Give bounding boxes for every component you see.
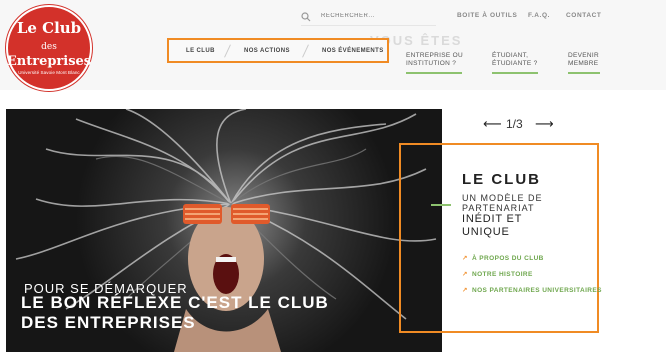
arrow-right-icon[interactable]: ⟶	[535, 116, 554, 132]
audience-underline	[492, 72, 538, 74]
audience-entreprise[interactable]: ENTREPRISE OU INSTITUTION ?	[406, 52, 463, 68]
link-label: NOTRE HISTOIRE	[472, 271, 533, 278]
link-label: À PROPOS DU CLUB	[472, 255, 544, 262]
search-input[interactable]	[321, 9, 431, 23]
nav-faq[interactable]: F.A.Q.	[528, 12, 550, 19]
slider-controls: ⟵ 1/3 ⟶	[483, 115, 554, 133]
nav-nos-actions[interactable]: NOS ACTIONS	[244, 48, 290, 54]
panel-subtitle-line: INÉDIT ET	[462, 213, 523, 225]
nav-divider	[302, 44, 309, 58]
logo-line1: Le Club des	[8, 20, 90, 55]
hero-headline: LE BON RÉFLEXE C'EST LE CLUB DES ENTREPR…	[21, 293, 329, 332]
arrow-icon: ↗	[462, 271, 468, 278]
audience-devenir-line1: DEVENIR	[568, 52, 599, 59]
panel-subtitle-bottom: INÉDIT ET UNIQUE	[462, 213, 522, 239]
link-label: NOS PARTENAIRES UNIVERSITAIRES	[472, 287, 602, 294]
logo-line1-main: Le Club	[16, 19, 82, 37]
link-a-propos[interactable]: ↗ À PROPOS DU CLUB	[462, 255, 602, 263]
hero-banner: POUR SE DÉMARQUER LE BON RÉFLEXE C'EST L…	[6, 109, 442, 352]
link-partenaires[interactable]: ↗ NOS PARTENAIRES UNIVERSITAIRES	[462, 287, 602, 295]
audience-entreprise-line1: ENTREPRISE OU	[406, 52, 463, 59]
nav-nos-evenements[interactable]: NOS ÉVÉNEMENTS	[322, 48, 384, 54]
panel-links: ↗ À PROPOS DU CLUB ↗ NOTRE HISTOIRE ↗ NOS P…	[462, 255, 602, 303]
logo-line1-small: des	[41, 42, 57, 52]
panel-subtitle-line: UN MODÈLE DE	[462, 193, 543, 203]
audience-underline	[406, 72, 462, 74]
arrow-icon: ↗	[462, 287, 468, 294]
club-logo[interactable]: Le Club des Entreprises Université Savoi…	[6, 5, 92, 91]
logo-line3: Université Savoie Mont Blanc	[18, 70, 80, 75]
arrow-icon: ↗	[462, 255, 468, 262]
audience-devenir-line2: MEMBRE	[568, 60, 599, 67]
audience-etudiant[interactable]: ÉTUDIANT, ÉTUDIANTE ?	[492, 52, 538, 68]
nav-contact[interactable]: CONTACT	[566, 12, 602, 19]
nav-boite-a-outils[interactable]: BOITE À OUTILS	[457, 12, 517, 19]
audience-etudiant-line2: ÉTUDIANTE ?	[492, 60, 538, 67]
panel-title: LE CLUB	[462, 171, 541, 188]
search-box[interactable]	[301, 9, 436, 26]
search-icon[interactable]	[301, 9, 311, 27]
arrow-left-icon[interactable]: ⟵	[483, 116, 502, 132]
audience-etudiant-line1: ÉTUDIANT,	[492, 52, 529, 59]
audience-underline	[568, 72, 600, 74]
audience-devenir-membre[interactable]: DEVENIR MEMBRE	[568, 52, 599, 68]
panel-accent-line	[431, 204, 451, 206]
logo-line2: Entreprises	[6, 54, 92, 69]
slide-info-panel: LE CLUB UN MODÈLE DE PARTENARIAT INÉDIT …	[399, 143, 602, 333]
slide-counter: 1/3	[506, 117, 523, 131]
panel-subtitle-line: PARTENARIAT	[462, 203, 535, 213]
audience-entreprise-line2: INSTITUTION ?	[406, 60, 457, 67]
link-notre-histoire[interactable]: ↗ NOTRE HISTOIRE	[462, 271, 602, 279]
main-nav: LE CLUB NOS ACTIONS NOS ÉVÉNEMENTS	[167, 38, 389, 63]
nav-le-club[interactable]: LE CLUB	[186, 48, 215, 54]
panel-subtitle-line: UNIQUE	[462, 226, 510, 238]
panel-subtitle-top: UN MODÈLE DE PARTENARIAT	[462, 193, 543, 213]
nav-divider	[224, 44, 231, 58]
